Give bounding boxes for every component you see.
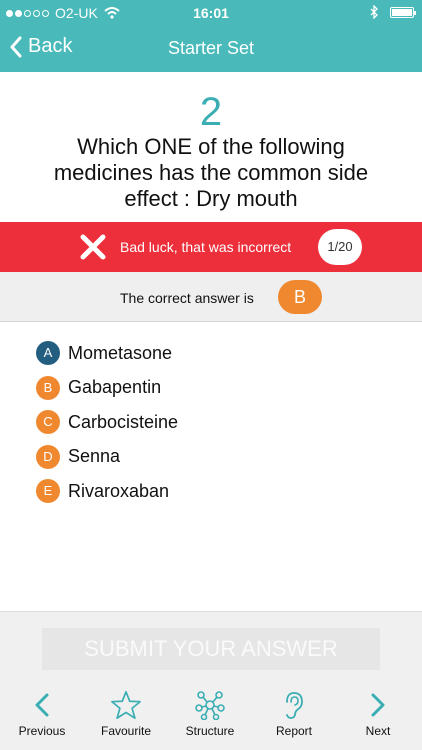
tab-label: Next	[365, 724, 391, 738]
option-a[interactable]: A Mometasone	[36, 336, 178, 371]
tab-bar: Previous Favourite Structure Report Next	[0, 690, 422, 750]
progress-badge: 1/20	[318, 229, 362, 265]
tab-label: Structure	[185, 724, 235, 738]
tab-label: Previous	[18, 724, 66, 738]
option-letter: E	[36, 479, 60, 504]
option-letter: C	[36, 410, 60, 435]
tab-label: Report	[275, 724, 313, 738]
option-d[interactable]: D Senna	[36, 440, 178, 475]
option-text: Senna	[68, 446, 121, 467]
correct-answer-badge: B	[278, 280, 322, 314]
bluetooth-icon	[370, 5, 378, 19]
chevron-right-icon	[371, 693, 385, 717]
tab-previous[interactable]: Previous	[0, 690, 84, 738]
option-letter: D	[36, 444, 60, 469]
correct-answer-row: The correct answer is B	[0, 272, 422, 322]
option-text: Rivaroxaban	[68, 480, 170, 501]
battery-icon	[390, 6, 416, 18]
option-b[interactable]: B Gabapentin	[36, 371, 178, 406]
star-icon	[111, 691, 141, 719]
status-bar: O2-UK 16:01	[0, 0, 422, 26]
option-letter: A	[36, 341, 60, 366]
nav-bar: Back Starter Set	[0, 26, 422, 72]
question-number: 2	[199, 90, 223, 134]
result-banner: Bad luck, that was incorrect 1/20	[0, 222, 422, 272]
option-e[interactable]: E Rivaroxaban	[36, 474, 178, 509]
close-icon	[80, 234, 106, 260]
answer-options: A Mometasone B Gabapentin C Carbocistein…	[36, 336, 178, 509]
bottom-panel: SUBMIT YOUR ANSWER Previous Favourite St…	[0, 611, 422, 750]
status-right	[370, 5, 416, 19]
tab-label: Favourite	[100, 724, 152, 738]
correct-answer-label: The correct answer is	[120, 290, 254, 306]
tab-structure[interactable]: Structure	[168, 690, 252, 738]
option-text: Gabapentin	[68, 377, 162, 398]
tab-report[interactable]: Report	[252, 690, 336, 738]
tab-next[interactable]: Next	[336, 690, 420, 738]
page-title: Starter Set	[167, 38, 255, 58]
question-text: Which ONE of the following medicines has…	[53, 134, 369, 211]
submit-answer-button[interactable]: SUBMIT YOUR ANSWER	[42, 628, 380, 670]
option-letter: B	[36, 375, 60, 400]
ear-icon	[286, 692, 303, 719]
tab-favourite[interactable]: Favourite	[84, 690, 168, 738]
status-time: 16:01	[193, 5, 229, 21]
option-c[interactable]: C Carbocisteine	[36, 405, 178, 440]
chevron-left-icon	[35, 693, 49, 717]
result-message: Bad luck, that was incorrect	[120, 239, 292, 255]
option-text: Mometasone	[68, 342, 173, 363]
structure-icon	[195, 691, 225, 720]
option-text: Carbocisteine	[68, 411, 179, 432]
